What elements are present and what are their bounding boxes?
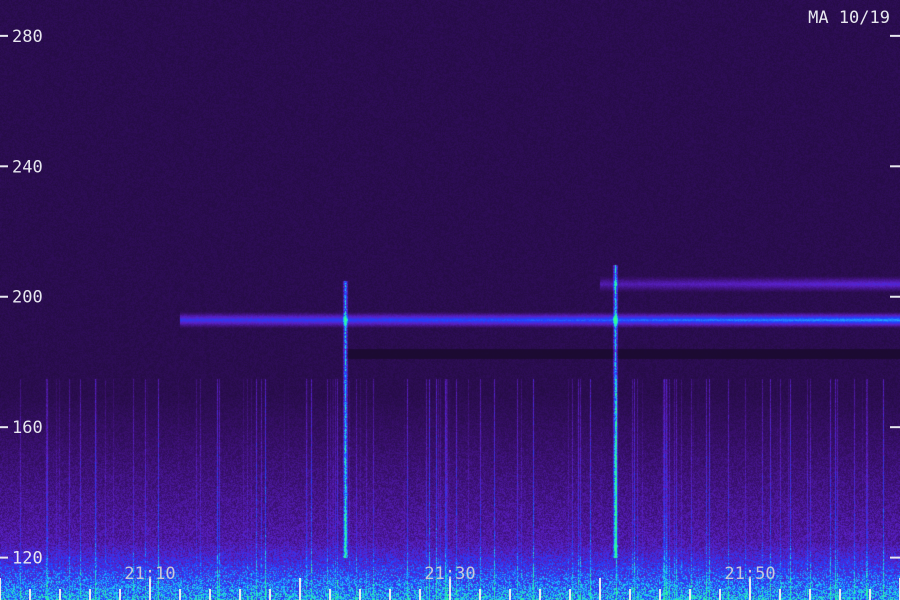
y-axis: 120 160 200 240 280 <box>0 27 900 569</box>
x-tick-label: 21:10 <box>124 564 175 584</box>
x-tick-label: 21:30 <box>424 564 475 584</box>
y-tick-label: 280 <box>12 27 43 47</box>
y-tick-label: 240 <box>12 157 43 177</box>
y-tick-label: 200 <box>12 288 43 308</box>
x-tick-label: 21:50 <box>724 564 775 584</box>
y-tick-label: 120 <box>12 549 43 569</box>
x-axis: 21:10 21:30 21:50 <box>0 564 900 600</box>
y-tick-label: 160 <box>12 418 43 438</box>
axes-overlay: MA 10/19 120 160 200 240 280 21:10 21:30 21:50 <box>0 8 900 600</box>
chart-title: MA 10/19 <box>808 8 890 28</box>
